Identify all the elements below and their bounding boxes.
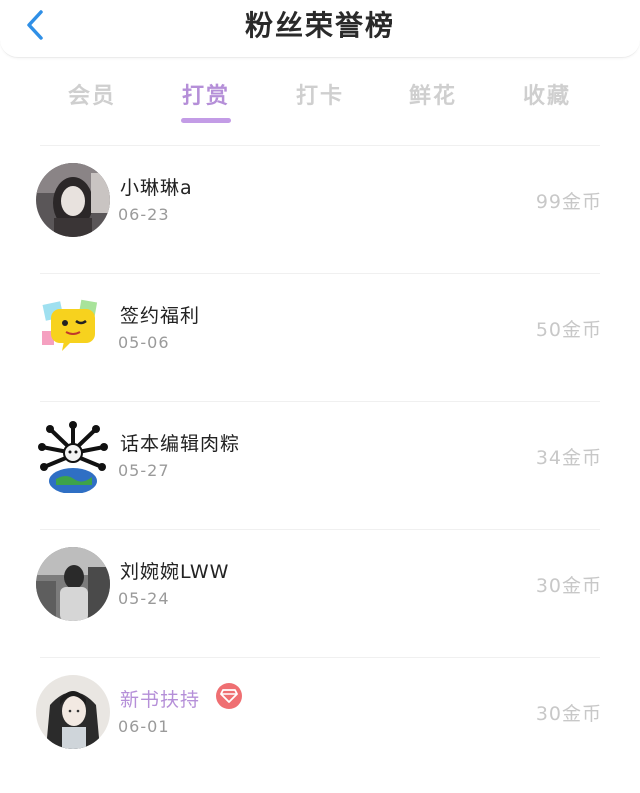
avatar <box>36 547 110 621</box>
reward-amount: 50金币 <box>535 319 602 341</box>
page-title: 粉丝荣誉榜 <box>244 9 395 42</box>
tab-flowers[interactable]: 鲜花 <box>383 78 483 110</box>
list-item[interactable]: 小琳琳a 06-23 99金币 <box>0 145 640 273</box>
avatar <box>36 163 110 237</box>
list-item[interactable]: 新书扶持 06-01 30金币 <box>0 657 640 785</box>
user-name: 小琳琳a <box>120 177 193 199</box>
reward-amount: 30金币 <box>535 575 602 597</box>
list-item[interactable]: 签约福利 05-06 50金币 <box>0 273 640 401</box>
list-item[interactable]: 刘婉婉LWW 05-24 30金币 <box>0 529 640 657</box>
list-item[interactable]: 话本编辑肉粽 05-27 34金币 <box>0 401 640 529</box>
tab-favorites[interactable]: 收藏 <box>497 78 597 110</box>
tab-tip[interactable]: 打赏 <box>156 78 256 110</box>
reward-amount: 34金币 <box>535 447 602 469</box>
user-name: 刘婉婉LWW <box>120 561 230 583</box>
avatar <box>36 291 110 365</box>
user-name: 新书扶持 <box>120 689 201 711</box>
tab-member[interactable]: 会员 <box>42 78 142 110</box>
active-tab-indicator <box>181 118 231 123</box>
reward-date: 06-23 <box>118 205 170 224</box>
reward-date: 05-24 <box>118 589 170 608</box>
reward-date: 05-06 <box>118 333 170 352</box>
avatar <box>36 419 110 493</box>
top-bar: 粉丝荣誉榜 <box>0 0 640 58</box>
user-name: 签约福利 <box>120 305 201 327</box>
reward-date: 05-27 <box>118 461 170 480</box>
reward-date: 06-01 <box>118 717 170 736</box>
reward-amount: 99金币 <box>535 191 602 213</box>
user-name: 话本编辑肉粽 <box>120 433 241 455</box>
avatar <box>36 675 110 749</box>
tab-checkin[interactable]: 打卡 <box>270 78 370 110</box>
diamond-badge-icon <box>216 683 242 709</box>
reward-amount: 30金币 <box>535 703 602 725</box>
tab-bar: 会员 打赏 打卡 鲜花 收藏 <box>0 70 640 130</box>
